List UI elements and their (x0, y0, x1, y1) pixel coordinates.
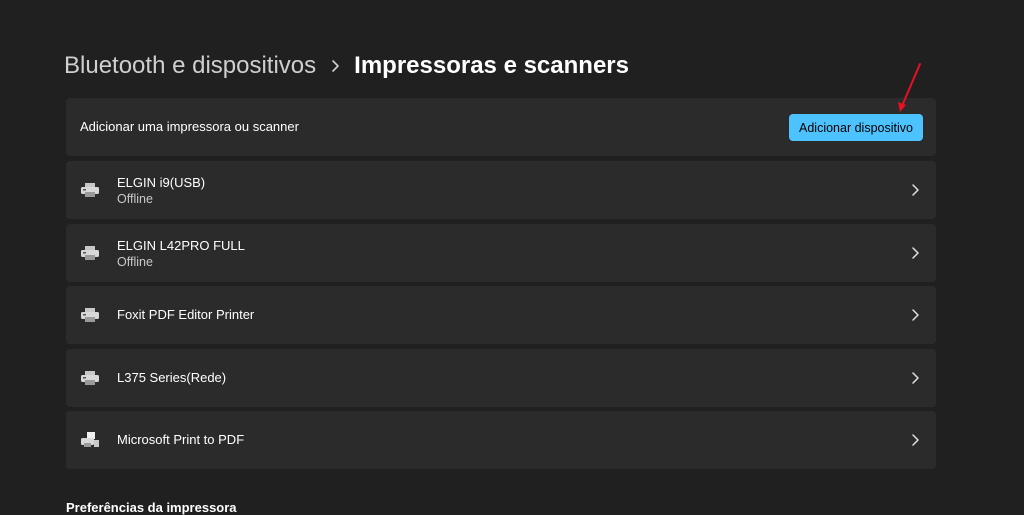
chevron-right-icon (910, 371, 920, 385)
settings-page: Bluetooth e dispositivos Impressoras e s… (0, 0, 1024, 515)
device-item[interactable]: Microsoft Print to PDF (66, 411, 936, 469)
device-name: ELGIN L42PRO FULL (117, 237, 245, 253)
device-status: Offline (117, 192, 153, 206)
printer-icon (80, 306, 100, 324)
pdf-printer-icon (80, 431, 100, 449)
device-item[interactable]: ELGIN L42PRO FULL Offline (66, 223, 936, 282)
breadcrumb-parent-link[interactable]: Bluetooth e dispositivos (64, 52, 316, 80)
chevron-right-icon (910, 246, 920, 260)
chevron-right-icon (910, 308, 920, 322)
printer-preferences-heading: Preferências da impressora (66, 500, 237, 515)
device-status: Offline (117, 254, 153, 269)
chevron-right-icon (910, 433, 920, 447)
device-name: Microsoft Print to PDF (117, 432, 245, 447)
device-item[interactable]: Foxit PDF Editor Printer (66, 286, 936, 344)
device-item[interactable]: L375 Series(Rede) (66, 348, 936, 407)
printer-icon (80, 244, 100, 262)
device-item[interactable]: ELGIN i9(USB) Offline (66, 161, 936, 219)
device-name: ELGIN i9(USB) (117, 175, 206, 190)
device-name: L375 Series(Rede) (117, 369, 227, 385)
breadcrumb: Bluetooth e dispositivos Impressoras e s… (64, 48, 629, 84)
chevron-right-icon (910, 183, 920, 197)
device-name: Foxit PDF Editor Printer (117, 307, 255, 322)
printer-icon (80, 181, 100, 199)
chevron-right-icon (316, 48, 354, 84)
add-device-button[interactable]: Adicionar dispositivo (789, 114, 923, 141)
page-title: Impressoras e scanners (354, 52, 629, 79)
annotation-arrow-icon (898, 63, 921, 112)
add-printer-label: Adicionar uma impressora ou scanner (80, 119, 299, 134)
printer-icon (80, 369, 100, 387)
